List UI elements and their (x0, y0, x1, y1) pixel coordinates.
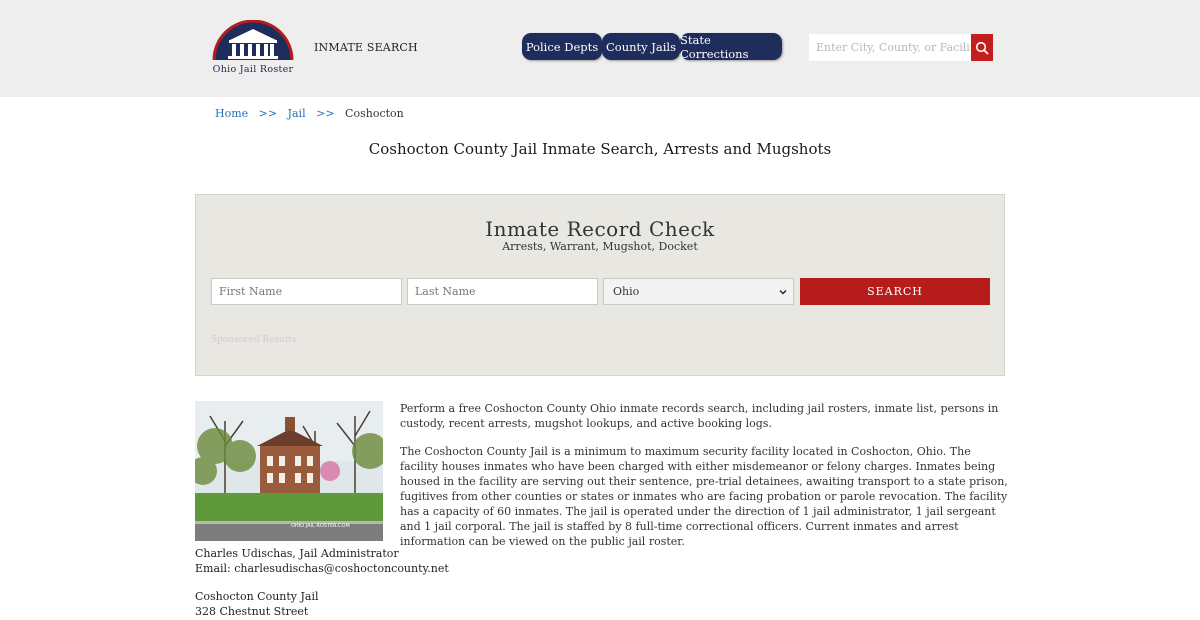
sponsored-results-label: Sponsored Results (211, 335, 297, 345)
tab-county-jails[interactable]: County Jails (602, 33, 680, 60)
breadcrumb-current: Coshocton (345, 107, 404, 120)
page-title: Coshocton County Jail Inmate Search, Arr… (368, 140, 832, 158)
chevron-down-icon (779, 289, 787, 294)
breadcrumb: Home >> Jail >> Coshocton (215, 107, 404, 120)
record-check-title: Inmate Record Check (485, 217, 715, 241)
state-select[interactable]: Ohio (603, 278, 794, 305)
jail-photo: OHIO JAIL ROSTER.COM (195, 401, 383, 541)
search-submit-button[interactable] (971, 34, 993, 61)
inmate-search-button[interactable]: SEARCH (800, 278, 990, 305)
breadcrumb-separator: >> (316, 107, 335, 120)
inmate-record-check-panel: Inmate Record Check Arrests, Warrant, Mu… (195, 194, 1005, 376)
breadcrumb-home[interactable]: Home (215, 107, 248, 120)
facility-description-paragraph: The Coshocton County Jail is a minimum t… (400, 445, 1008, 548)
administrator-email: Email: charlesudischas@coshoctoncounty.n… (195, 562, 449, 575)
courthouse-logo-icon (212, 19, 294, 61)
state-select-value: Ohio (613, 285, 640, 298)
facility-street: 328 Chestnut Street (195, 605, 309, 618)
administrator-info: Charles Udischas, Jail Administrator Ema… (195, 546, 449, 576)
record-check-subtitle: Arrests, Warrant, Mugshot, Docket (502, 240, 698, 253)
search-icon (975, 41, 989, 55)
logo-text: Ohio Jail Roster (212, 64, 294, 75)
site-logo[interactable]: Ohio Jail Roster (208, 19, 298, 76)
facility-search-input[interactable] (809, 34, 971, 61)
tab-state-corrections[interactable]: State Corrections (680, 33, 782, 61)
inmate-search-link[interactable]: INMATE SEARCH (314, 41, 418, 54)
site-header: Ohio Jail Roster INMATE SEARCH Police De… (0, 0, 1200, 97)
breadcrumb-jail[interactable]: Jail (288, 107, 306, 120)
breadcrumb-separator: >> (258, 107, 278, 120)
tab-police-depts[interactable]: Police Depts (522, 33, 602, 60)
facility-name: Coshocton County Jail (195, 590, 319, 603)
last-name-input[interactable] (407, 278, 598, 305)
facility-address: Coshocton County Jail 328 Chestnut Stree… (195, 589, 319, 619)
intro-paragraph: Perform a free Coshocton County Ohio inm… (400, 402, 999, 430)
photo-watermark: OHIO JAIL ROSTER.COM (291, 523, 350, 529)
first-name-input[interactable] (211, 278, 402, 305)
